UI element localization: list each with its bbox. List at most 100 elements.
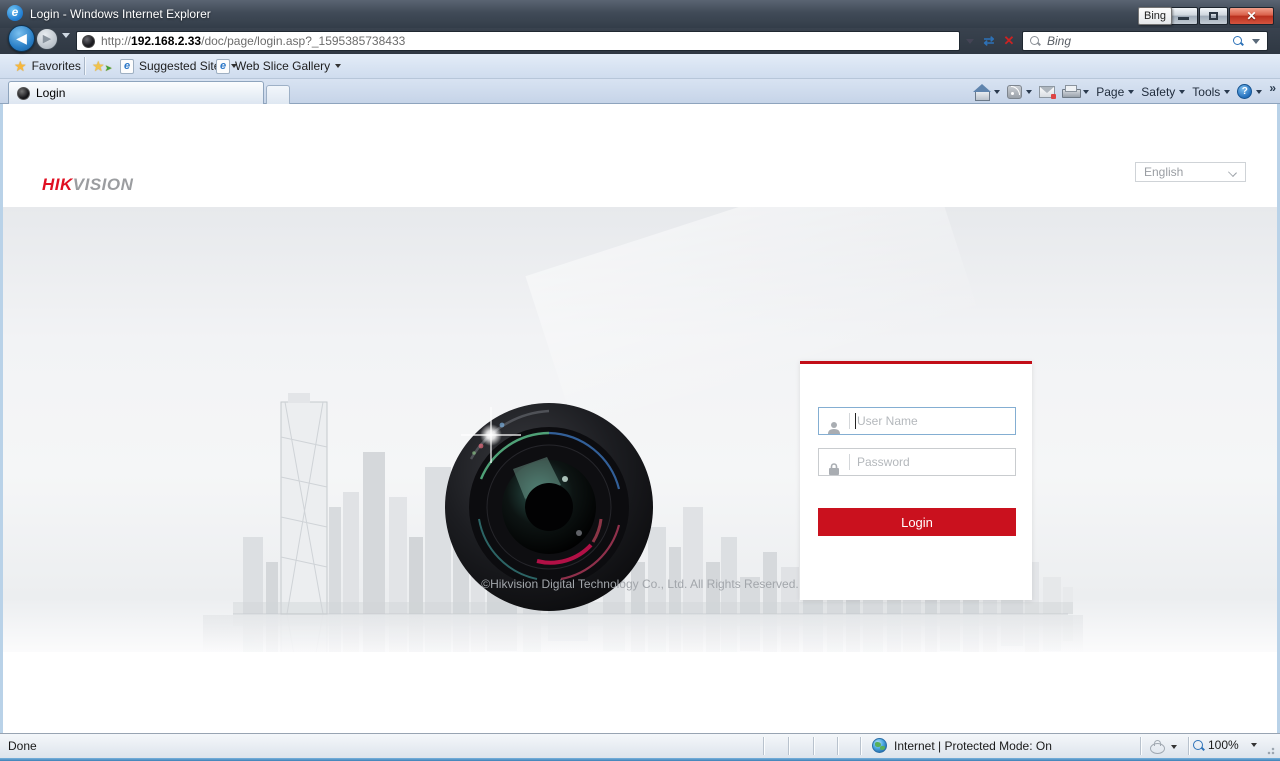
home-button[interactable]: [973, 83, 1001, 101]
rss-icon: [1007, 84, 1023, 99]
favorites-bar: ★ Favorites ★➤ e Suggested Sites e Web S…: [0, 54, 1280, 79]
ie-logo-icon: e: [7, 5, 23, 21]
hikvision-logo: HIKVISION: [42, 175, 133, 195]
print-button[interactable]: [1062, 85, 1090, 98]
favorites-button[interactable]: ★ Favorites: [14, 54, 81, 78]
security-zone-indicator[interactable]: Internet | Protected Mode: On: [872, 738, 1052, 753]
divider: [1140, 737, 1141, 755]
chevron-down-icon: [1256, 89, 1263, 94]
minimize-button[interactable]: [1169, 7, 1198, 25]
divider: [84, 57, 85, 75]
divider: [1188, 737, 1189, 755]
chevron-down-icon: [335, 64, 342, 68]
home-icon: [973, 83, 992, 101]
help-icon: ?: [1237, 84, 1253, 99]
status-bar: Done Internet | Protected Mode: On 100%: [0, 733, 1280, 758]
resize-grip[interactable]: [1267, 745, 1277, 755]
tab-favicon: [17, 86, 30, 100]
refresh-button[interactable]: ⇄: [980, 31, 998, 51]
divider: [763, 737, 764, 755]
divider: [813, 737, 814, 755]
privacy-settings-button[interactable]: [1150, 740, 1177, 754]
ie-page-icon: e: [120, 58, 134, 74]
new-tab-button[interactable]: [266, 85, 290, 104]
add-favorite-button[interactable]: ★➤: [92, 54, 112, 78]
favorites-item-web-slice-gallery[interactable]: e Web Slice Gallery: [216, 54, 342, 78]
chevron-down-icon: [966, 38, 974, 44]
url-prefix: http://: [101, 34, 132, 48]
chevron-down-icon: [1026, 89, 1033, 94]
favorites-label: Favorites: [31, 59, 81, 73]
chevron-down-icon: [1229, 169, 1237, 177]
back-button[interactable]: ◀: [8, 25, 35, 52]
chevron-down-icon: [1171, 744, 1177, 749]
internet-globe-icon: [872, 738, 887, 753]
minimize-icon: [1178, 17, 1189, 20]
url-host: 192.168.2.33: [131, 34, 202, 48]
search-go-icon[interactable]: [1233, 35, 1244, 47]
window-controls: ✕: [1168, 7, 1274, 25]
zoom-icon: [1193, 739, 1204, 751]
favorites-item-label: Web Slice Gallery: [235, 59, 331, 73]
read-mail-button[interactable]: [1039, 85, 1057, 99]
close-button[interactable]: ✕: [1229, 7, 1274, 25]
login-button[interactable]: Login: [818, 508, 1016, 536]
tools-menu[interactable]: Tools: [1192, 85, 1231, 99]
chevron-down-icon: [994, 89, 1001, 94]
chevron-down-icon: [1224, 89, 1231, 94]
tab-bar: Login Page Safety Tools ? »: [0, 79, 1280, 104]
site-favicon: [82, 34, 95, 48]
language-select[interactable]: English: [1135, 162, 1246, 182]
command-bar: Page Safety Tools ? »: [973, 79, 1276, 104]
command-overflow-button[interactable]: »: [1269, 81, 1276, 95]
forward-button[interactable]: ▶: [36, 28, 58, 50]
chevron-down-icon: [1250, 743, 1257, 747]
url-path: /doc/page/login.asp?_1595385738433: [201, 34, 406, 48]
search-options-dropdown[interactable]: [1252, 38, 1260, 44]
ie-page-icon: e: [216, 58, 230, 74]
language-selected-value: English: [1144, 165, 1184, 179]
maximize-button[interactable]: [1199, 7, 1228, 25]
help-menu[interactable]: ?: [1237, 84, 1263, 99]
divider: [849, 413, 850, 429]
logo-vision: VISION: [72, 175, 134, 194]
login-panel: Login: [800, 361, 1032, 600]
navigation-bar: ◀ ▶ http://192.168.2.33/doc/page/login.a…: [0, 25, 1280, 55]
printer-icon: [1062, 85, 1082, 98]
page-viewport: HIKVISION English User Name Login ©Hikvi…: [0, 104, 1280, 733]
password-input[interactable]: [850, 455, 1015, 469]
feeds-button[interactable]: [1007, 84, 1033, 99]
divider: [837, 737, 838, 755]
privacy-icon: [1150, 740, 1165, 754]
username-field[interactable]: [818, 407, 1016, 435]
safety-menu[interactable]: Safety: [1141, 84, 1186, 99]
address-dropdown-button[interactable]: [962, 31, 978, 51]
chevron-down-icon: [62, 33, 70, 55]
stop-button[interactable]: ✕: [1000, 31, 1018, 51]
safety-menu-label: Safety: [1141, 84, 1176, 99]
search-icon: [1030, 35, 1041, 47]
favorites-item-label: Suggested Sites: [139, 59, 227, 73]
search-box[interactable]: Bing: [1022, 31, 1268, 51]
address-bar-input[interactable]: http://192.168.2.33/doc/page/login.asp?_…: [76, 31, 960, 51]
divider: [860, 737, 861, 755]
password-field[interactable]: [818, 448, 1016, 476]
divider: [788, 737, 789, 755]
maximize-icon: [1209, 12, 1218, 20]
close-icon: ✕: [1246, 9, 1257, 23]
zoom-level: 100%: [1208, 738, 1239, 752]
chevron-down-icon: [1128, 89, 1135, 94]
zoom-control[interactable]: 100%: [1193, 738, 1257, 752]
favorites-star-icon: ★: [14, 57, 27, 74]
page-menu-label: Page: [1096, 84, 1125, 99]
status-text: Done: [8, 739, 37, 753]
search-provider-tooltip: Bing: [1138, 7, 1172, 25]
ie-window: e Login - Windows Internet Explorer Bing…: [0, 0, 1280, 761]
page-menu[interactable]: Page: [1096, 84, 1135, 99]
username-input[interactable]: [856, 414, 1015, 428]
tab-login[interactable]: Login: [8, 81, 264, 104]
add-favorite-icon: ★➤: [92, 57, 113, 74]
window-title: Login - Windows Internet Explorer: [30, 7, 211, 21]
logo-hik: HIK: [42, 175, 73, 194]
mail-icon: [1039, 85, 1057, 99]
